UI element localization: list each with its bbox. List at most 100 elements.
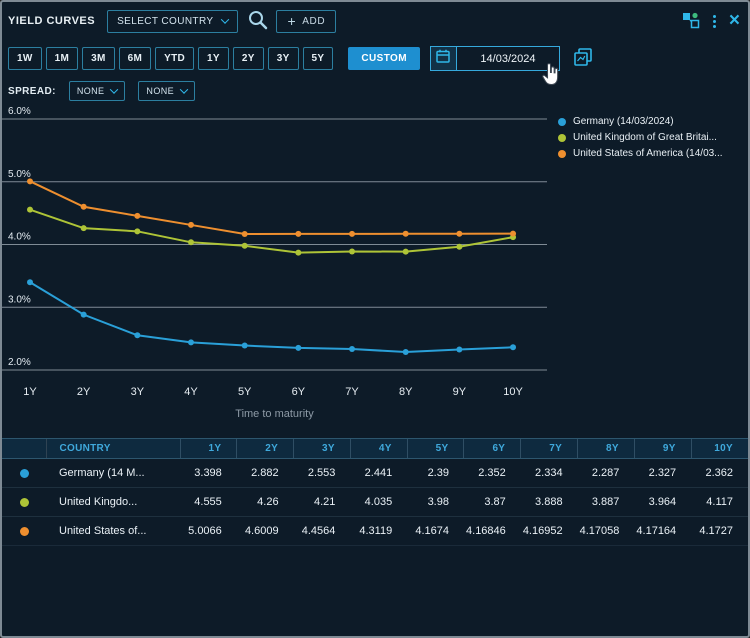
series-line[interactable]	[30, 282, 513, 352]
table-row-germany[interactable]: Germany (14 M... 3.398 2.882 2.553 2.441…	[2, 459, 748, 488]
data-point[interactable]	[456, 346, 462, 352]
x-axis-tick-label: 6Y	[292, 386, 306, 398]
column-header-6y[interactable]: 6Y	[464, 439, 521, 459]
series-line[interactable]	[30, 181, 513, 234]
column-header-5y[interactable]: 5Y	[407, 439, 464, 459]
spread-label: SPREAD:	[8, 86, 56, 97]
value-cell: 2.334	[521, 459, 578, 488]
select-country-dropdown[interactable]: SELECT COUNTRY	[107, 10, 238, 33]
calendar-button[interactable]	[431, 47, 457, 70]
y-axis-tick-label: 5.0%	[8, 169, 31, 180]
custom-range-button[interactable]: CUSTOM	[348, 47, 420, 70]
range-button-1y[interactable]: 1Y	[198, 47, 229, 70]
data-point[interactable]	[188, 339, 194, 345]
table-header-row: COUNTRY 1Y 2Y 3Y 4Y 5Y 6Y 7Y 8Y 9Y 10Y	[2, 439, 748, 459]
menu-button[interactable]	[713, 15, 716, 28]
series-color-cell	[2, 459, 46, 488]
data-point[interactable]	[295, 231, 301, 237]
data-point[interactable]	[134, 213, 140, 219]
spread-dropdown-1[interactable]: NONE	[69, 81, 126, 101]
chevron-down-icon	[110, 85, 118, 93]
column-header-3y[interactable]: 3Y	[294, 439, 351, 459]
value-cell: 3.398	[180, 459, 237, 488]
search-button[interactable]	[247, 9, 269, 34]
column-header-10y[interactable]: 10Y	[691, 439, 748, 459]
data-point[interactable]	[295, 250, 301, 256]
data-point[interactable]	[510, 231, 516, 237]
spread-dropdown-1-value: NONE	[77, 86, 105, 96]
data-point[interactable]	[403, 349, 409, 355]
data-point[interactable]	[27, 279, 33, 285]
value-cell: 4.21	[294, 488, 351, 517]
column-header-2y[interactable]: 2Y	[237, 439, 294, 459]
series-line[interactable]	[30, 210, 513, 253]
range-button-6m[interactable]: 6M	[119, 47, 152, 70]
value-cell: 4.17058	[578, 517, 635, 546]
column-header-8y[interactable]: 8Y	[578, 439, 635, 459]
series-color-cell	[2, 517, 46, 546]
data-point[interactable]	[349, 231, 355, 237]
data-point[interactable]	[242, 243, 248, 249]
data-point[interactable]	[81, 312, 87, 318]
top-bar: YIELD CURVES SELECT COUNTRY + ADD	[8, 8, 740, 34]
value-cell: 3.98	[407, 488, 464, 517]
series-dot	[20, 469, 29, 478]
legend-item-united-kingdom[interactable]: United Kingdom of Great Britai...	[558, 132, 723, 143]
linked-charts-button[interactable]	[682, 11, 700, 32]
data-point[interactable]	[81, 225, 87, 231]
search-icon	[247, 9, 269, 34]
data-point[interactable]	[349, 249, 355, 255]
table-row-united-states[interactable]: United States of... 5.0066 4.6009 4.4564…	[2, 517, 748, 546]
country-column-header[interactable]: COUNTRY	[46, 439, 180, 459]
range-button-3y[interactable]: 3Y	[268, 47, 299, 70]
data-point[interactable]	[403, 249, 409, 255]
range-button-2y[interactable]: 2Y	[233, 47, 264, 70]
data-point[interactable]	[456, 244, 462, 250]
legend-item-germany[interactable]: Germany (14/03/2024)	[558, 116, 723, 127]
column-header-9y[interactable]: 9Y	[634, 439, 691, 459]
legend-label: Germany (14/03/2024)	[573, 116, 674, 127]
data-point[interactable]	[27, 178, 33, 184]
value-cell: 3.87	[464, 488, 521, 517]
data-point[interactable]	[134, 228, 140, 234]
y-axis-tick-label: 2.0%	[8, 357, 31, 368]
x-axis-tick-label: 7Y	[345, 386, 359, 398]
x-axis-tick-label: 1Y	[23, 386, 37, 398]
calendar-icon	[436, 49, 450, 68]
value-cell: 4.4564	[294, 517, 351, 546]
add-button[interactable]: + ADD	[276, 10, 336, 33]
range-button-3m[interactable]: 3M	[82, 47, 115, 70]
copy-chart-button[interactable]	[573, 47, 593, 70]
column-header-4y[interactable]: 4Y	[350, 439, 407, 459]
data-point[interactable]	[295, 345, 301, 351]
data-point[interactable]	[188, 239, 194, 245]
legend-label: United Kingdom of Great Britai...	[573, 132, 717, 143]
data-point[interactable]	[81, 204, 87, 210]
column-header-1y[interactable]: 1Y	[180, 439, 237, 459]
data-point[interactable]	[242, 343, 248, 349]
data-point[interactable]	[403, 231, 409, 237]
legend-item-united-states[interactable]: United States of America (14/03...	[558, 148, 723, 159]
data-point[interactable]	[456, 231, 462, 237]
range-button-1m[interactable]: 1M	[46, 47, 79, 70]
data-point[interactable]	[134, 332, 140, 338]
range-button-5y[interactable]: 5Y	[303, 47, 334, 70]
value-cell: 2.362	[691, 459, 748, 488]
data-point[interactable]	[510, 344, 516, 350]
date-input[interactable]: 14/03/2024	[457, 47, 559, 70]
data-point[interactable]	[188, 222, 194, 228]
close-button[interactable]: ×	[729, 14, 740, 28]
spread-dropdown-2[interactable]: NONE	[138, 81, 195, 101]
range-button-1w[interactable]: 1W	[8, 47, 42, 70]
data-point[interactable]	[27, 207, 33, 213]
spread-dropdown-2-value: NONE	[146, 86, 174, 96]
date-picker-group[interactable]: 14/03/2024	[430, 46, 560, 71]
data-point[interactable]	[349, 346, 355, 352]
range-button-ytd[interactable]: YTD	[155, 47, 194, 70]
data-point[interactable]	[242, 231, 248, 237]
table-row-united-kingdom[interactable]: United Kingdo... 4.555 4.26 4.21 4.035 3…	[2, 488, 748, 517]
column-header-7y[interactable]: 7Y	[521, 439, 578, 459]
x-axis-title: Time to maturity	[2, 408, 547, 420]
yield-curve-chart[interactable]: 6.0%5.0%4.0%3.0%2.0%1Y2Y3Y4Y5Y6Y7Y8Y9Y10…	[2, 102, 547, 402]
value-cell: 4.3119	[350, 517, 407, 546]
